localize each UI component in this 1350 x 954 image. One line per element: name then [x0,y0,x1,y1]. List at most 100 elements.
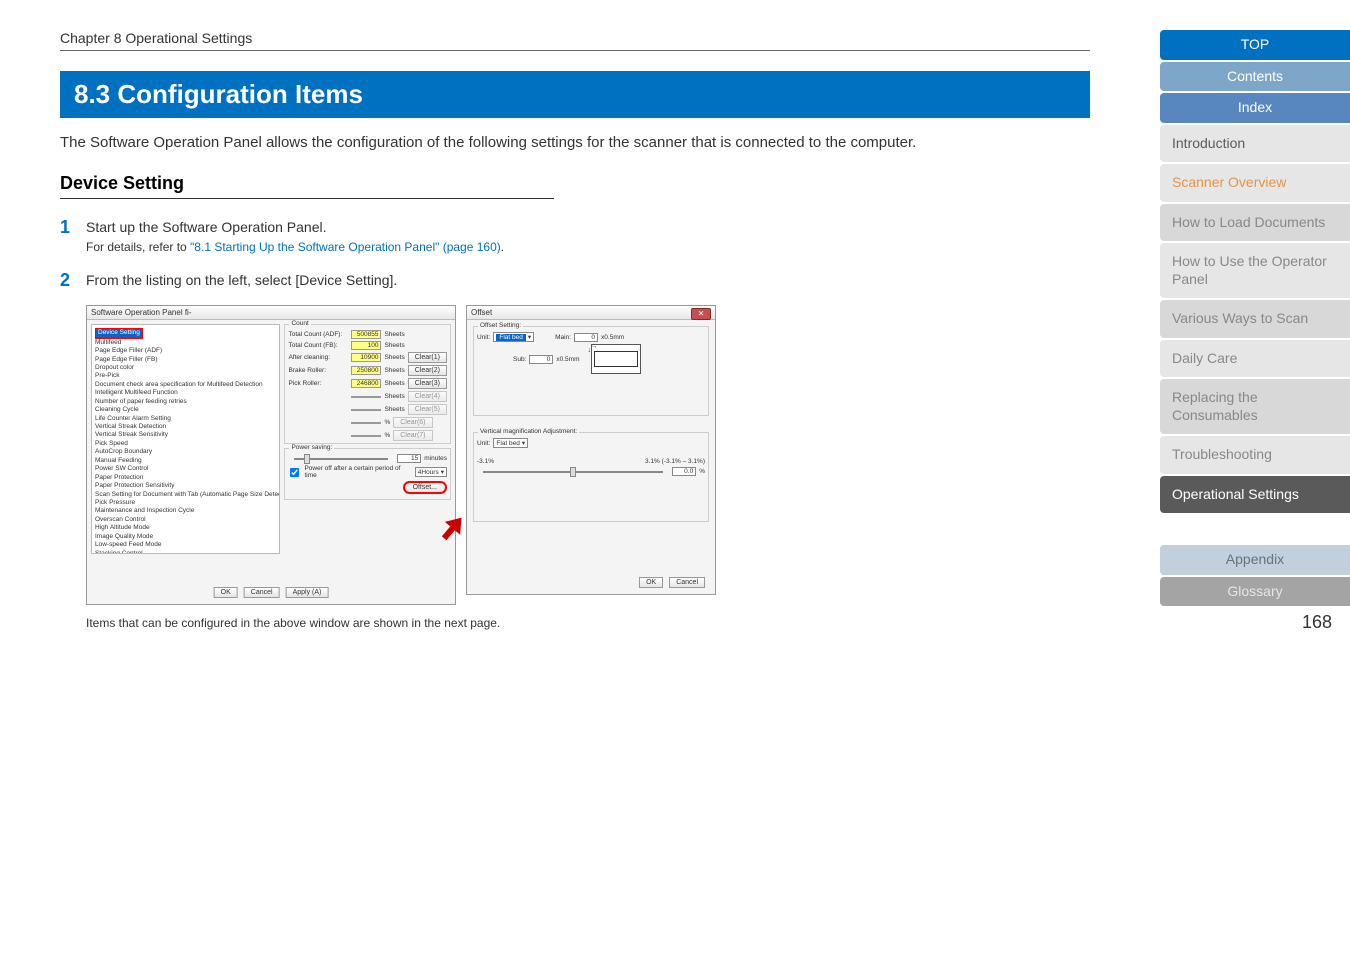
sidebar-nav: TOP Contents Index Introduction Scanner … [1150,0,1350,954]
sidebar-item-various-ways[interactable]: Various Ways to Scan [1160,300,1350,338]
clear-2-button[interactable]: Clear(2) [408,365,447,376]
power-off-checkbox[interactable] [290,468,299,477]
count-ink2-unit: % [384,432,390,439]
count-clean-label: After cleaning: [288,354,348,361]
sidebar-item-scanner-overview[interactable]: Scanner Overview [1160,164,1350,202]
offset-ok-button[interactable]: OK [639,577,663,588]
offset-button[interactable]: Offset... [403,481,447,494]
settings-tree[interactable]: Device Setting Multifeed Page Edge Fille… [91,324,280,554]
sidebar-item-appendix[interactable]: Appendix [1160,545,1350,575]
tree-item[interactable]: Multifeed [95,339,276,347]
power-minutes-value[interactable]: 15 [397,454,421,463]
count-ink-unit: % [384,419,390,426]
step-1-link[interactable]: "8.1 Starting Up the Software Operation … [190,240,501,254]
step-2: 2 From the listing on the left, select [… [60,270,1090,291]
count-fb-unit: Sheets [384,342,404,349]
tree-item[interactable]: Vertical Streak Sensitivity [95,431,276,439]
sidebar-item-operator-panel[interactable]: How to Use the Operator Panel [1160,243,1350,298]
count-brake-unit: Sheets [384,367,404,374]
vmag-slider[interactable] [483,471,663,473]
page-number: 168 [1150,612,1350,633]
tree-item[interactable]: Page Edge Filler (ADF) [95,347,276,355]
tree-item[interactable]: Maintenance and Inspection Cycle [95,507,276,515]
sidebar-item-contents[interactable]: Contents [1160,62,1350,92]
offset-sub-value[interactable]: 0 [529,355,553,364]
vmag-unit: % [699,468,705,475]
sidebar-item-replacing[interactable]: Replacing the Consumables [1160,379,1350,434]
tree-item[interactable]: Dropout color [95,364,276,372]
tree-item[interactable]: AutoCrop Boundary [95,448,276,456]
clear-1-button[interactable]: Clear(1) [408,352,447,363]
offset-window-title: Offset [467,306,715,320]
count-clean-value: 10900 [351,353,381,362]
count-adf-value: 500855 [351,330,381,339]
sidebar-item-glossary[interactable]: Glossary [1160,577,1350,607]
count-spare2-unit: Sheets [384,406,404,413]
tree-item[interactable]: Pre-Pick [95,372,276,380]
tree-item[interactable]: Cleaning Cycle [95,406,276,414]
count-fb-label: Total Count (FB): [288,342,348,349]
sidebar-item-top[interactable]: TOP [1160,30,1350,60]
tree-item[interactable]: Manual Feeding [95,457,276,465]
tree-item[interactable]: Paper Protection [95,474,276,482]
step-1-sub-post: . [501,240,504,254]
tree-item[interactable]: Overscan Control [95,516,276,524]
step-1-number: 1 [60,217,86,238]
vmag-unit-select[interactable]: Flat bed ▾ [493,438,528,448]
tree-item[interactable]: Document check area specification for Mu… [95,381,276,389]
tree-item[interactable]: Vertical Streak Detection [95,423,276,431]
clear-3-button[interactable]: Clear(3) [408,378,447,389]
tree-item[interactable]: High Altitude Mode [95,524,276,532]
power-minutes-label: minutes [424,455,447,462]
tree-item[interactable]: Power SW Control [95,465,276,473]
sidebar-item-daily-care[interactable]: Daily Care [1160,340,1350,378]
offset-setting-title: Offset Setting: [478,322,523,329]
cancel-button[interactable]: Cancel [244,587,280,598]
vmag-value[interactable]: 0.0 [672,467,696,476]
tree-item[interactable]: Pick Pressure [95,499,276,507]
tree-item[interactable]: Scan Setting for Document with Tab (Auto… [95,491,276,499]
offset-unit-label: Unit: [477,334,490,341]
tree-item[interactable]: Pick Speed [95,440,276,448]
power-saving-slider[interactable] [294,458,388,460]
vmag-range-left: -3.1% [477,458,494,465]
count-pick-label: Pick Roller: [288,380,348,387]
step-1: 1 Start up the Software Operation Panel.… [60,217,1090,257]
tree-item[interactable]: Intelligent Multifeed Function [95,389,276,397]
vmag-unit-label: Unit: [477,440,490,447]
intro-text: The Software Operation Panel allows the … [60,132,1090,155]
offset-setting-group: Offset Setting: Unit: Flat bed ▾ Main: 0… [473,326,709,416]
tree-selected-device-setting[interactable]: Device Setting [95,328,143,338]
tree-item[interactable]: Life Counter Alarm Setting [95,415,276,423]
offset-cancel-button[interactable]: Cancel [669,577,705,588]
clear-7-button: Clear(7) [393,430,432,441]
tree-item[interactable]: Paper Protection Sensitivity [95,482,276,490]
sidebar-item-index[interactable]: Index [1160,93,1350,123]
vertical-mag-group: Vertical magnification Adjustment: Unit:… [473,432,709,522]
offset-unit-select[interactable]: Flat bed ▾ [493,332,534,342]
count-adf-label: Total Count (ADF): [288,331,348,338]
sidebar-item-introduction[interactable]: Introduction [1160,125,1350,163]
sidebar-item-operational-settings[interactable]: Operational Settings [1160,476,1350,514]
tree-item[interactable]: Image Quality Mode [95,533,276,541]
tree-item[interactable]: Stacking Control [95,550,276,555]
tree-item[interactable]: Number of paper feeding retries [95,398,276,406]
apply-button[interactable]: Apply (A) [286,587,329,598]
sidebar-item-troubleshooting[interactable]: Troubleshooting [1160,436,1350,474]
screenshot-offset-dialog: Offset ✕ Offset Setting: Unit: Flat bed … [466,305,716,595]
clear-5-button: Clear(5) [408,404,447,415]
step-1-sub-pre: For details, refer to [86,240,190,254]
ok-button[interactable]: OK [214,587,238,598]
count-spare1-unit: Sheets [384,393,404,400]
offset-sub-unit: x0.5mm [556,356,579,363]
sidebar-item-how-to-load[interactable]: How to Load Documents [1160,204,1350,242]
tree-item[interactable]: Page Edge Filler (FB) [95,356,276,364]
power-off-hours-select[interactable]: 4Hours ▾ [415,467,447,477]
offset-main-value[interactable]: 0 [574,333,598,342]
window-title: Software Operation Panel fi- [87,306,455,320]
tree-item[interactable]: Low-speed Feed Mode [95,541,276,549]
count-brake-value: 250800 [351,366,381,375]
close-icon[interactable]: ✕ [691,308,711,320]
offset-diagram-icon: → ↓ [591,344,641,374]
power-saving-title: Power saving: [289,444,334,451]
